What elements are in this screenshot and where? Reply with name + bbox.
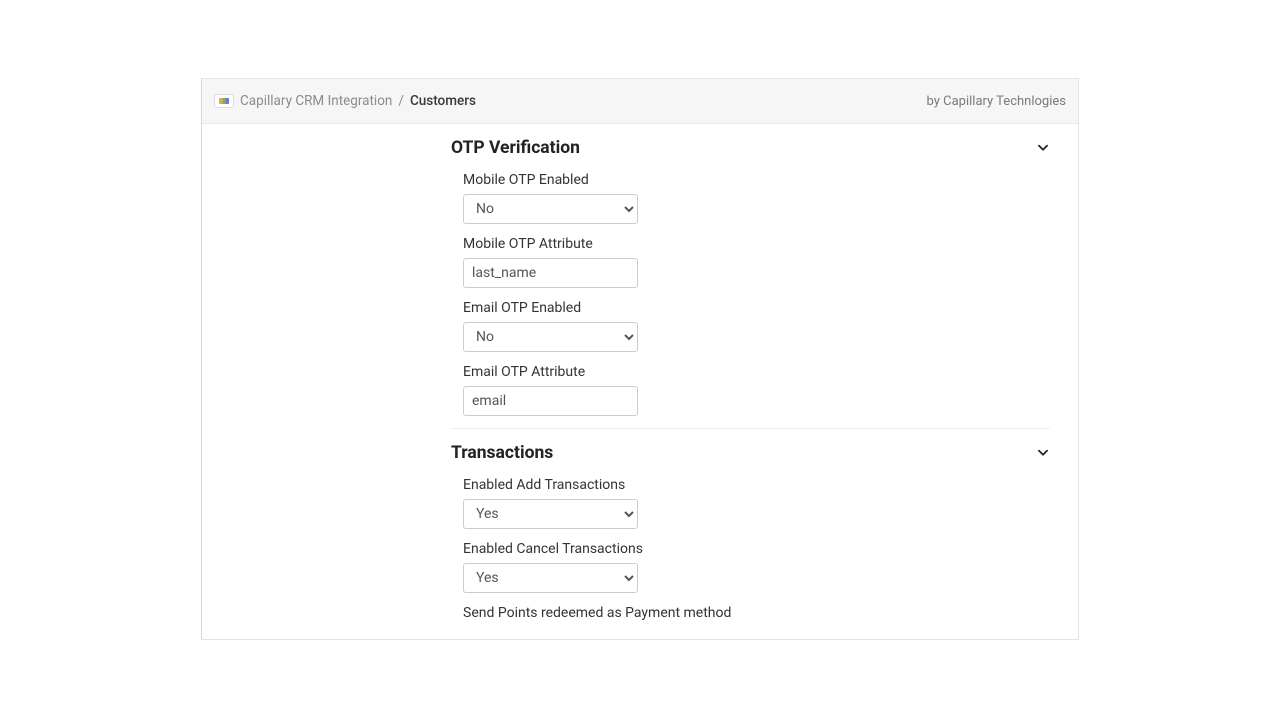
breadcrumb-page[interactable]: Customers — [410, 93, 476, 109]
field-mobile-otp-attribute: Mobile OTP Attribute — [451, 236, 1050, 288]
field-cancel-transactions-enabled: Enabled Cancel Transactions YesNo — [451, 541, 1050, 593]
section-header-transactions[interactable]: Transactions — [451, 429, 1050, 465]
content-area: OTP Verification Mobile OTP Enabled YesN… — [202, 124, 1078, 639]
breadcrumb: Capillary CRM Integration / Customers — [214, 93, 476, 109]
chevron-down-icon[interactable] — [1036, 446, 1050, 460]
label-mobile-otp-attribute: Mobile OTP Attribute — [463, 236, 1050, 252]
label-email-otp-attribute: Email OTP Attribute — [463, 364, 1050, 380]
field-add-transactions-enabled: Enabled Add Transactions YesNo — [451, 477, 1050, 529]
field-email-otp-enabled: Email OTP Enabled YesNo — [451, 300, 1050, 352]
select-mobile-otp-enabled[interactable]: YesNo — [463, 194, 638, 224]
label-add-transactions-enabled: Enabled Add Transactions — [463, 477, 1050, 493]
section-otp-verification: OTP Verification Mobile OTP Enabled YesN… — [451, 124, 1050, 429]
label-cancel-transactions-enabled: Enabled Cancel Transactions — [463, 541, 1050, 557]
label-points-payment: Send Points redeemed as Payment method — [463, 605, 1050, 621]
select-add-transactions-enabled[interactable]: YesNo — [463, 499, 638, 529]
app-logo-icon — [214, 94, 234, 108]
select-cancel-transactions-enabled[interactable]: YesNo — [463, 563, 638, 593]
input-mobile-otp-attribute[interactable] — [463, 258, 638, 288]
input-email-otp-attribute[interactable] — [463, 386, 638, 416]
section-header-otp[interactable]: OTP Verification — [451, 124, 1050, 160]
label-mobile-otp-enabled: Mobile OTP Enabled — [463, 172, 1050, 188]
field-points-payment: Send Points redeemed as Payment method — [451, 605, 1050, 621]
section-transactions: Transactions Enabled Add Transactions Ye… — [451, 429, 1050, 639]
select-email-otp-enabled[interactable]: YesNo — [463, 322, 638, 352]
config-panel: Capillary CRM Integration / Customers by… — [201, 78, 1079, 640]
field-email-otp-attribute: Email OTP Attribute — [451, 364, 1050, 416]
topbar: Capillary CRM Integration / Customers by… — [202, 79, 1078, 124]
vendor-label: by Capillary Technlogies — [927, 94, 1066, 109]
label-email-otp-enabled: Email OTP Enabled — [463, 300, 1050, 316]
breadcrumb-sep: / — [398, 93, 404, 109]
breadcrumb-app[interactable]: Capillary CRM Integration — [240, 93, 392, 109]
field-mobile-otp-enabled: Mobile OTP Enabled YesNo — [451, 172, 1050, 224]
section-title-transactions: Transactions — [451, 443, 553, 463]
chevron-down-icon[interactable] — [1036, 141, 1050, 155]
section-title-otp: OTP Verification — [451, 138, 580, 158]
